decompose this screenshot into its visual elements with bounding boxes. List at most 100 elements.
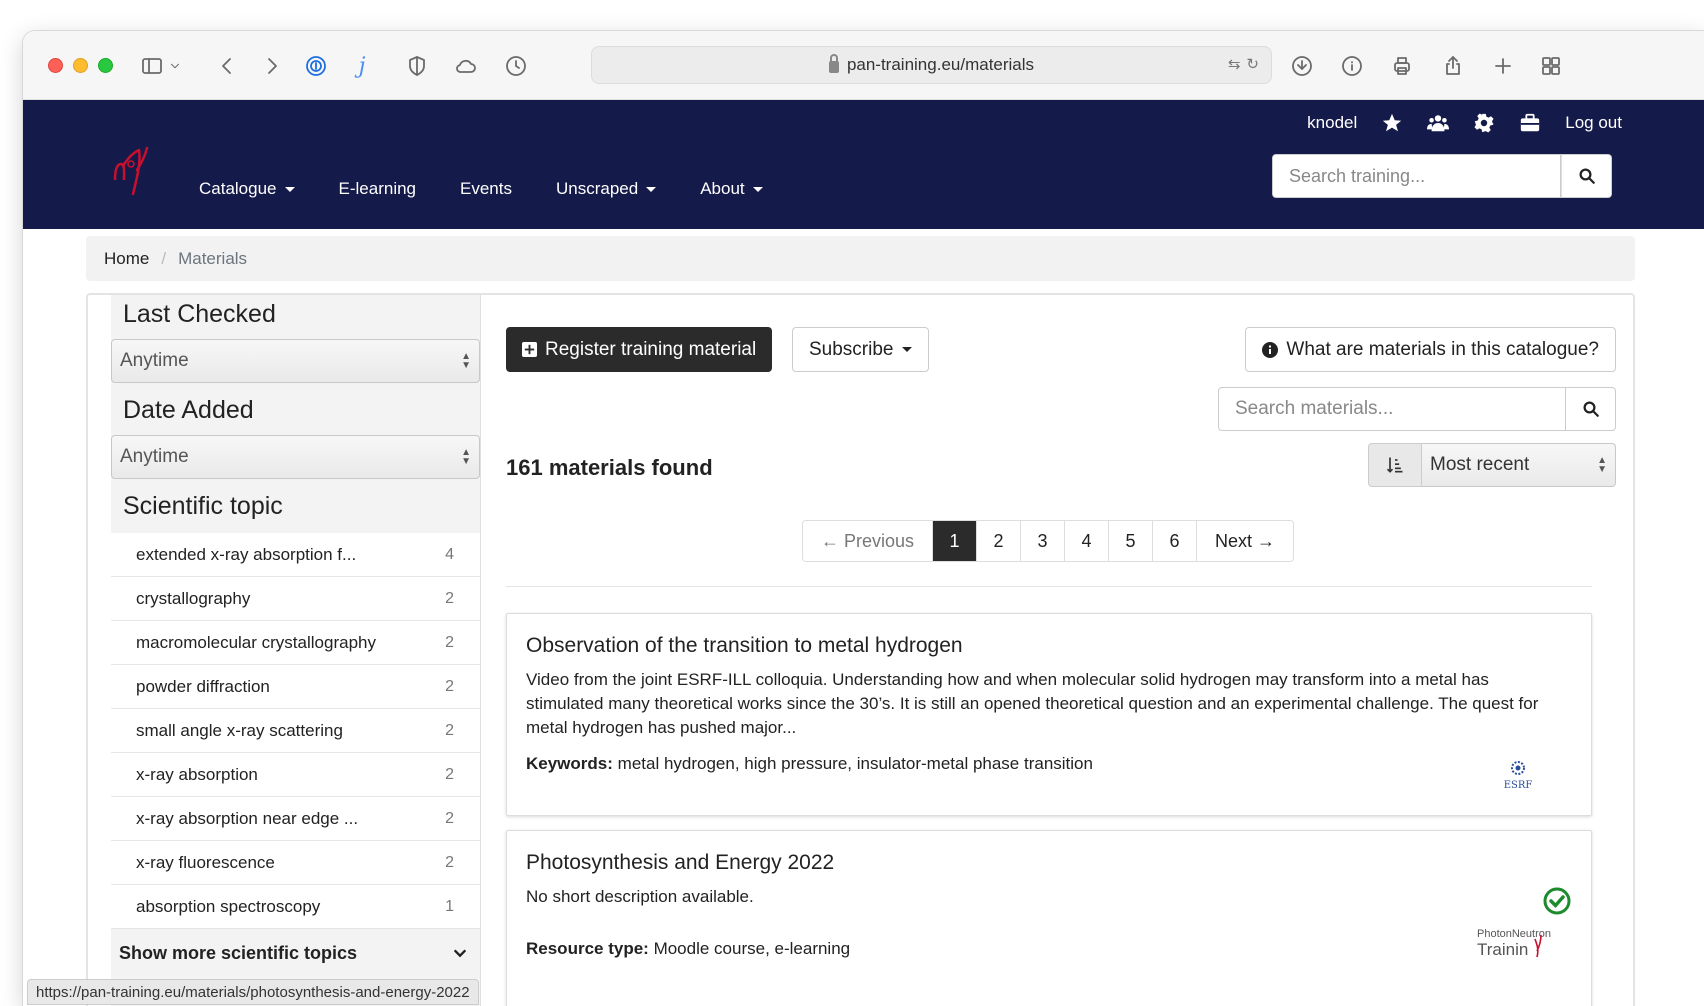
topic-item[interactable]: macromolecular crystallography 2 [111,621,480,665]
materials-info-button[interactable]: What are materials in this catalogue? [1245,327,1616,372]
username-link[interactable]: knodel [1307,113,1357,133]
print-icon[interactable] [1385,49,1419,83]
password-manager-icon[interactable] [299,49,333,83]
materials-search-button[interactable] [1566,387,1616,431]
materials-search [1218,387,1616,431]
pagination-page[interactable]: 3 [1021,521,1065,561]
star-icon[interactable] [1381,112,1403,134]
training-search-input[interactable] [1272,154,1561,198]
plus-square-icon [522,342,537,357]
topic-item[interactable]: absorption spectroscopy 1 [111,885,480,929]
nav-events[interactable]: Events [460,179,512,199]
topic-item[interactable]: x-ray absorption near edge ... 2 [111,797,480,841]
nav-unscraped[interactable]: Unscraped [556,179,657,199]
material-card[interactable]: Photosynthesis and Energy 2022 No short … [506,830,1592,1006]
user-menu: knodel Log out [1307,112,1622,134]
svg-text:PhotonNeutron: PhotonNeutron [1477,928,1551,940]
new-tab-icon[interactable] [1486,49,1520,83]
register-material-label: Register training material [545,338,757,360]
address-bar[interactable]: pan-training.eu/materials ⇆ ↻ [591,46,1272,84]
nav-e-learning[interactable]: E-learning [339,179,417,199]
show-more-topics-button[interactable]: Show more scientific topics [111,929,480,977]
sort-value: Most recent [1430,454,1530,475]
topic-count: 2 [445,633,454,651]
briefcase-icon[interactable] [1519,112,1541,134]
reload-icon[interactable]: ↻ [1246,55,1259,73]
history-icon[interactable] [499,49,533,83]
zoom-window-button[interactable] [98,58,113,73]
topic-label: crystallography [136,588,251,608]
topic-count: 1 [445,897,454,915]
material-title[interactable]: Observation of the transition to metal h… [526,634,1573,658]
topic-label: x-ray absorption near edge ... [136,808,359,828]
translate-icon[interactable]: ⇆ [1228,55,1241,73]
last-checked-select[interactable]: Anytime ▲ ▼ [111,339,480,383]
show-more-label: Show more scientific topics [119,942,358,963]
info-circle-icon [1262,341,1279,358]
nav-catalogue[interactable]: Catalogue [199,179,295,199]
sort-controls: Most recent ▲ ▼ [1368,443,1616,487]
topic-count: 2 [445,853,454,871]
divider [506,586,1592,587]
share-icon[interactable] [1436,49,1470,83]
sidebar-toggle-icon[interactable] [135,49,169,83]
keywords-value: metal hydrogen, high pressure, insulator… [617,754,1093,773]
sort-order-button[interactable] [1368,443,1422,487]
verified-check-icon [1543,887,1571,915]
topic-item[interactable]: crystallography 2 [111,577,480,621]
forward-icon[interactable] [255,49,289,83]
topic-item[interactable]: powder diffraction 2 [111,665,480,709]
material-resource-type: Resource type: Moodle course, e-learning [526,939,850,959]
pagination-next[interactable]: Next → [1197,521,1293,561]
pan-training-logo[interactable] [109,140,159,200]
pagination-previous[interactable]: ← Previous [803,521,933,561]
chevron-down-icon[interactable] [165,49,185,83]
materials-search-input[interactable] [1218,387,1566,431]
logout-link[interactable]: Log out [1565,113,1622,133]
topic-item[interactable]: extended x-ray absorption f... 4 [111,533,480,577]
cloud-icon[interactable] [449,49,483,83]
caret-down-icon [752,186,763,192]
topic-item[interactable]: small angle x-ray scattering 2 [111,709,480,753]
material-title[interactable]: Photosynthesis and Energy 2022 [526,851,1573,875]
last-checked-value: Anytime [120,350,189,371]
caret-down-icon [901,347,912,352]
scientific-topic-list: extended x-ray absorption f... 4 crystall… [111,533,480,929]
extension-j-icon[interactable]: j [345,49,379,83]
materials-panel: Last Checked Anytime ▲ ▼ Date Added Anyti… [86,293,1635,1006]
main-nav: Catalogue E-learning Events Unscraped Ab… [199,160,807,218]
materials-content: Register training material Subscribe Wha… [506,295,1616,1006]
caret-down-icon [646,186,657,192]
topic-item[interactable]: x-ray fluorescence 2 [111,841,480,885]
date-added-heading: Date Added [123,396,254,424]
breadcrumb-home[interactable]: Home [104,249,149,269]
pagination-page[interactable]: 1 [933,521,977,561]
date-added-value: Anytime [120,446,189,467]
register-material-button[interactable]: Register training material [506,327,773,372]
tab-overview-icon[interactable] [1534,49,1568,83]
pagination-page[interactable]: 2 [977,521,1021,561]
sort-select[interactable]: Most recent ▲ ▼ [1422,443,1616,487]
status-bar-url: https://pan-training.eu/materials/photos… [27,979,479,1005]
pagination-page[interactable]: 4 [1065,521,1109,561]
gear-icon[interactable] [1473,112,1495,134]
topic-label: x-ray fluorescence [136,852,275,872]
nav-events-label: Events [460,179,512,198]
minimize-window-button[interactable] [73,58,88,73]
users-icon[interactable] [1427,112,1450,134]
pagination-page[interactable]: 6 [1153,521,1197,561]
material-card[interactable]: Observation of the transition to metal h… [506,613,1592,816]
close-window-button[interactable] [48,58,63,73]
info-icon[interactable] [1335,49,1369,83]
nav-about[interactable]: About [700,179,763,199]
nav-about-label: About [700,179,745,198]
subscribe-button[interactable]: Subscribe [792,327,929,372]
date-added-select[interactable]: Anytime ▲ ▼ [111,435,480,479]
lock-icon [828,54,839,73]
shield-icon[interactable] [400,49,434,83]
topic-item[interactable]: x-ray absorption 2 [111,753,480,797]
back-icon[interactable] [210,49,244,83]
pagination-page[interactable]: 5 [1109,521,1153,561]
downloads-icon[interactable] [1285,49,1319,83]
training-search-button[interactable] [1561,154,1612,198]
